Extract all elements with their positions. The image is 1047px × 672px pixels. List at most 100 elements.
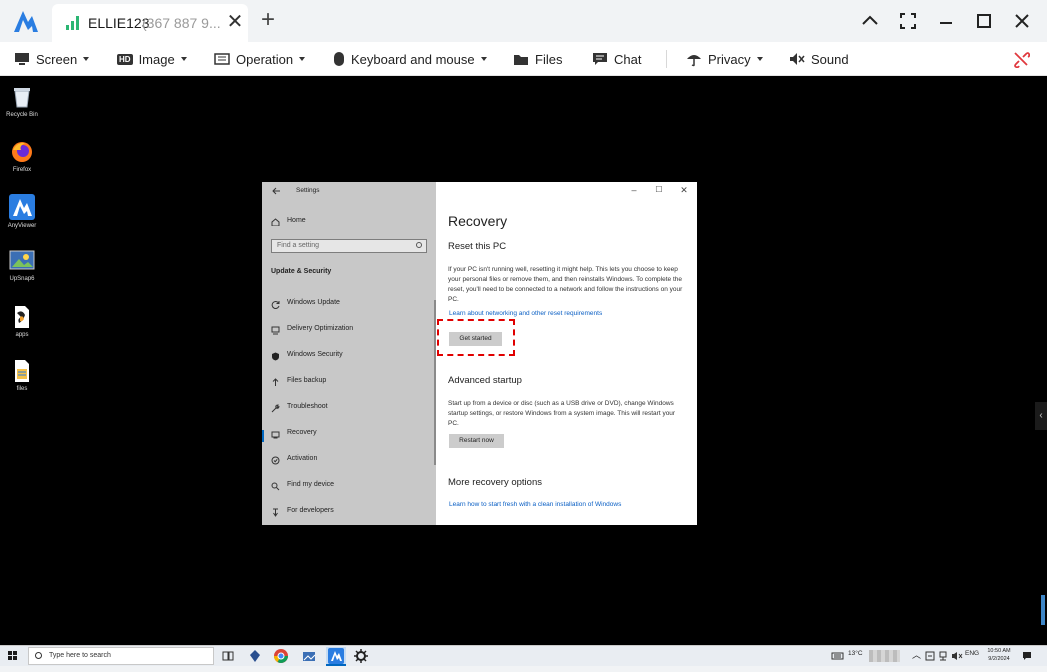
signal-strength-icon	[66, 16, 80, 30]
unlink-icon	[1014, 52, 1030, 68]
nav-label: Windows Security	[287, 351, 343, 358]
sound-button[interactable]: Sound	[789, 42, 849, 76]
operation-label: Operation	[236, 51, 294, 67]
chat-icon	[593, 53, 607, 65]
task-view-icon[interactable]	[220, 648, 236, 664]
files-label: Files	[535, 51, 563, 67]
recovery-icon	[271, 431, 280, 439]
collapse-toolbar-button[interactable]	[858, 9, 882, 33]
back-arrow-icon[interactable]	[271, 187, 281, 195]
fullscreen-button[interactable]	[896, 9, 920, 33]
search-icon	[416, 242, 422, 248]
anyviewer-taskbar-button[interactable]	[326, 647, 346, 666]
remote-desktop-view[interactable]: Recycle Bin Firefox AnyViewer UpSnap6 ap…	[0, 77, 1047, 645]
remote-toolbar: Screen HD Image Operation Keyboard and m…	[0, 42, 1047, 76]
desktop-icon-upsnap[interactable]: UpSnap6	[4, 249, 40, 282]
nav-for-developers[interactable]: For developers	[262, 504, 436, 520]
privacy-menu[interactable]: Privacy	[686, 42, 763, 76]
nav-delivery-optimization[interactable]: Delivery Optimization	[262, 322, 436, 338]
operation-menu[interactable]: Operation	[214, 42, 306, 76]
image-menu[interactable]: HD Image	[117, 42, 187, 76]
find-setting-placeholder: Find a setting	[277, 242, 320, 249]
new-tab-button[interactable]: +	[256, 8, 280, 33]
nav-home-label: Home	[287, 217, 306, 224]
desktop-icon-label: UpSnap6	[9, 276, 35, 282]
reset-requirements-link[interactable]: Learn about networking and other reset r…	[449, 310, 602, 317]
nav-files-backup[interactable]: Files backup	[262, 374, 436, 390]
chevron-up-icon	[862, 15, 878, 25]
nav-recovery[interactable]: Recovery	[262, 426, 436, 442]
desktop-app-icon[interactable]	[247, 648, 263, 664]
tray-app-icon[interactable]	[925, 651, 935, 661]
nav-label: For developers	[287, 507, 334, 514]
backup-arrow-icon	[272, 378, 279, 386]
search-icon	[35, 652, 42, 659]
nav-windows-update[interactable]: Windows Update	[262, 296, 436, 312]
desktop-icon-anyviewer[interactable]: AnyViewer	[4, 194, 40, 229]
remote-scrollbar[interactable]	[1041, 595, 1045, 625]
section-heading: Update & Security	[271, 268, 332, 275]
anyviewer-icon	[9, 194, 35, 220]
fullscreen-icon	[900, 13, 916, 29]
files-button[interactable]: Files	[513, 42, 562, 76]
input-language[interactable]: ENG	[965, 650, 979, 657]
tray-expand-icon[interactable]: ︿	[912, 648, 921, 661]
close-tab-icon[interactable]: ✕	[224, 11, 246, 33]
side-panel-toggle[interactable]: ‹	[1035, 402, 1047, 430]
keyboard-mouse-menu[interactable]: Keyboard and mouse	[333, 42, 487, 76]
settings-gear-icon[interactable]	[353, 648, 369, 664]
anyviewer-logo-icon	[14, 11, 38, 32]
desktop-icon-apps[interactable]: apps	[4, 305, 40, 338]
keyboard-icon	[214, 53, 230, 65]
session-tab[interactable]: ELLIE123 (367 887 9... ✕	[52, 4, 248, 42]
delivery-icon	[271, 326, 280, 335]
maximize-button[interactable]	[972, 9, 996, 33]
start-button[interactable]	[8, 651, 18, 661]
settings-sidebar: Settings Home Find a setting Update & Se…	[262, 182, 436, 525]
more-options-heading: More recovery options	[448, 477, 542, 488]
taskbar-search-input[interactable]: Type here to search	[28, 647, 214, 665]
temperature: 13°C	[848, 650, 863, 657]
desktop-icon-label: apps	[15, 332, 29, 338]
find-device-icon	[271, 482, 280, 491]
nav-troubleshoot[interactable]: Troubleshoot	[262, 400, 436, 416]
notifications-icon[interactable]	[1022, 651, 1032, 661]
fresh-start-link[interactable]: Learn how to start fresh with a clean in…	[449, 501, 621, 508]
volume-muted-icon[interactable]	[951, 651, 963, 661]
refresh-icon	[271, 301, 280, 309]
weather-icon[interactable]	[831, 651, 844, 661]
desktop-icon-firefox[interactable]: Firefox	[4, 140, 40, 173]
nav-selection-indicator	[262, 430, 264, 442]
chrome-icon[interactable]	[273, 648, 289, 664]
maximize-icon	[977, 14, 991, 28]
desktop-icon-files[interactable]: files	[4, 359, 40, 392]
settings-minimize-icon[interactable]: –	[628, 185, 640, 195]
nav-label: Recovery	[287, 429, 317, 436]
desktop-icon-recycle-bin[interactable]: Recycle Bin	[4, 85, 40, 118]
settings-window-title: Settings	[296, 187, 320, 194]
restart-now-button[interactable]: Restart now	[449, 434, 504, 448]
settings-maximize-icon[interactable]: ☐	[653, 185, 665, 194]
keyboard-mouse-label: Keyboard and mouse	[351, 51, 475, 67]
taskbar-clock[interactable]: 10:50 AM 9/2/2024	[981, 647, 1017, 663]
shield-icon	[272, 352, 279, 361]
taskbar-search-placeholder: Type here to search	[49, 652, 111, 659]
minimize-button[interactable]	[934, 9, 958, 33]
photos-icon[interactable]	[301, 648, 317, 664]
nav-windows-security[interactable]: Windows Security	[262, 348, 436, 364]
monitor-icon	[15, 53, 29, 65]
nav-home[interactable]: Home	[262, 214, 436, 230]
chat-button[interactable]: Chat	[592, 42, 641, 76]
settings-close-icon[interactable]: ✕	[678, 185, 690, 196]
check-circle-icon	[271, 456, 280, 465]
nav-label: Activation	[287, 455, 318, 462]
window-bottom-edge	[0, 666, 1047, 672]
screen-menu[interactable]: Screen	[14, 42, 90, 76]
close-window-button[interactable]	[1010, 9, 1034, 33]
nav-find-my-device[interactable]: Find my device	[262, 478, 436, 494]
developer-icon	[273, 508, 278, 517]
nav-activation[interactable]: Activation	[262, 452, 436, 468]
network-icon[interactable]	[938, 651, 948, 661]
disconnect-button[interactable]	[1012, 42, 1030, 76]
find-setting-input[interactable]: Find a setting	[271, 239, 427, 253]
